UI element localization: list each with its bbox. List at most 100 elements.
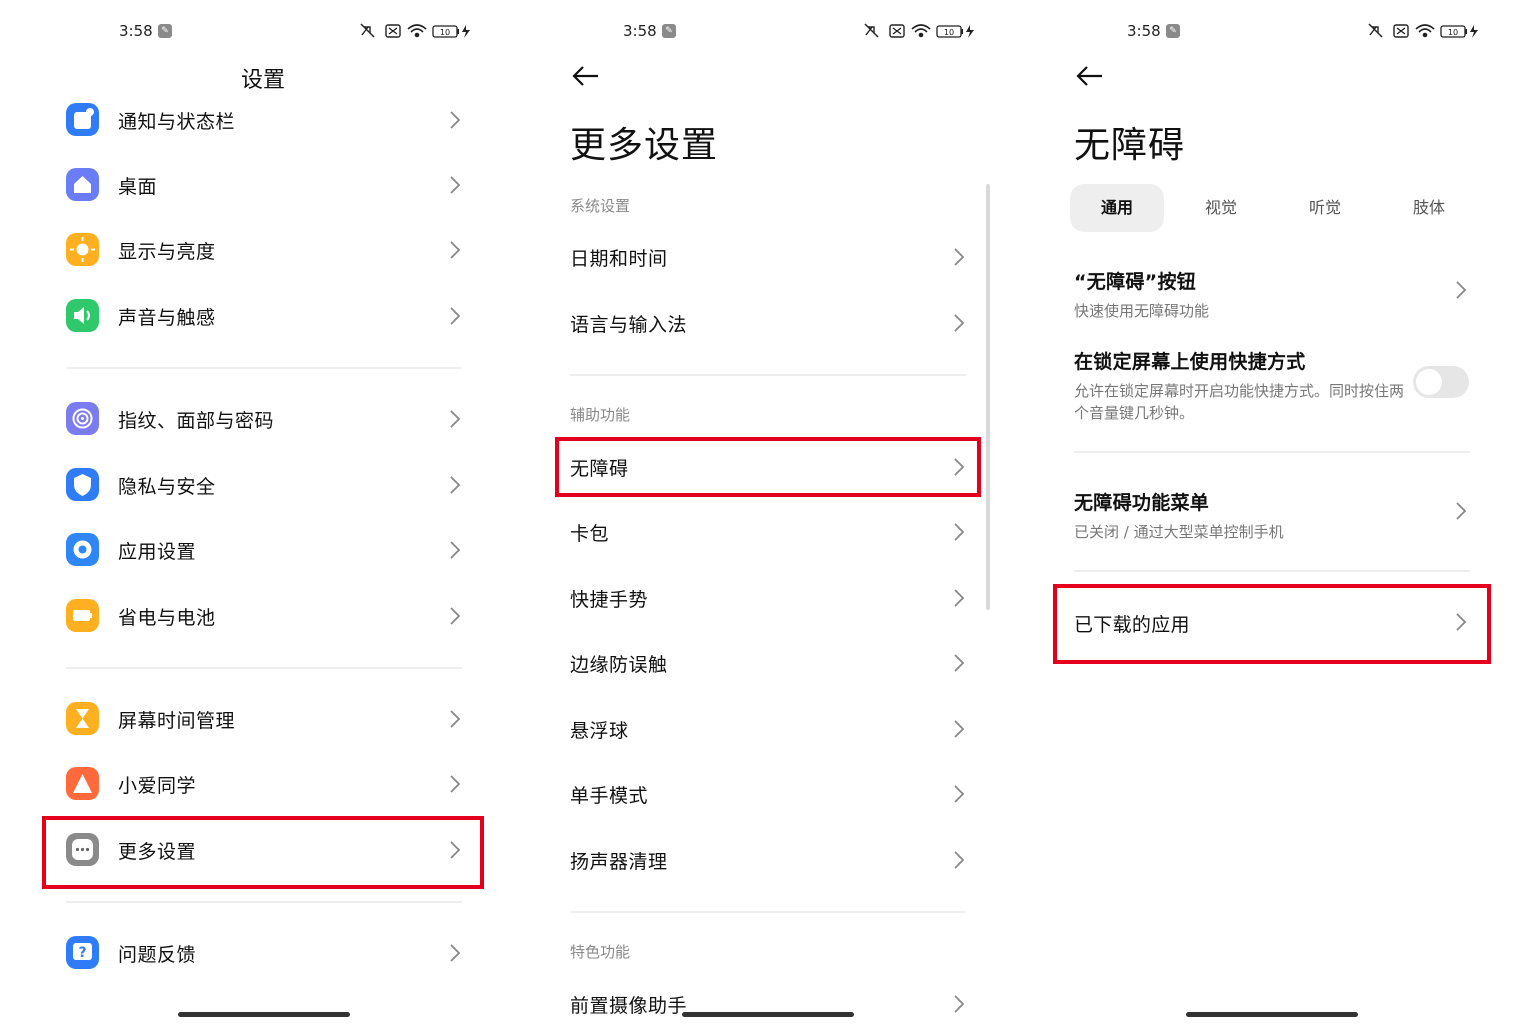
chevron-right-icon <box>450 111 461 129</box>
chevron-right-icon <box>954 720 965 738</box>
more-settings-item[interactable]: 卡包 <box>504 502 1004 562</box>
status-icons: 10 <box>864 23 974 38</box>
settings-item[interactable]: 显示与亮度 <box>0 220 512 280</box>
section-header-system: 系统设置 <box>570 197 631 215</box>
divider <box>570 374 966 376</box>
status-time: 3:58 <box>1127 22 1161 40</box>
more-settings-item[interactable]: 快捷手势 <box>504 568 1004 628</box>
settings-item-label: 显示与亮度 <box>118 241 216 263</box>
tab-general[interactable]: 通用 <box>1070 184 1164 232</box>
chevron-right-icon <box>450 476 461 494</box>
home-indicator[interactable] <box>1186 1012 1358 1017</box>
more-settings-item[interactable]: 单手模式 <box>504 764 1004 824</box>
home-indicator[interactable] <box>178 1012 350 1017</box>
chevron-right-icon <box>450 541 461 559</box>
status-bar: 3:58 ✎ 10 <box>1008 20 1520 44</box>
xiaoai-icon <box>66 767 99 800</box>
item-title: “无障碍”按钮 <box>1074 271 1197 293</box>
status-icons: 10 <box>1368 23 1478 38</box>
sun-icon <box>66 233 99 266</box>
toggle-knob <box>1416 369 1442 395</box>
back-arrow-icon[interactable] <box>570 62 602 90</box>
more-settings-item-label: 快捷手势 <box>570 589 649 611</box>
status-bar: 3:58 ✎ 10 <box>504 20 1016 44</box>
page-title: 无障碍 <box>1074 125 1186 166</box>
settings-item[interactable]: 桌面 <box>0 155 512 215</box>
settings-item[interactable]: 省电与电池 <box>0 586 512 646</box>
settings-item-label: 通知与状态栏 <box>118 111 236 133</box>
section-header-accessibility: 辅助功能 <box>570 406 631 424</box>
edit-badge-icon: ✎ <box>1166 24 1180 38</box>
more-settings-item[interactable]: 边缘防误触 <box>504 633 1004 693</box>
more-settings-item-label: 悬浮球 <box>570 720 629 742</box>
lockscreen-shortcut-toggle[interactable] <box>1413 366 1469 398</box>
svg-text:?: ? <box>78 945 86 961</box>
tab-vision[interactable]: 视觉 <box>1174 184 1268 232</box>
status-time: 3:58 <box>119 22 153 40</box>
chevron-right-icon <box>450 775 461 793</box>
scrollbar[interactable] <box>986 184 990 610</box>
settings-item[interactable]: 通知与状态栏 <box>0 90 512 150</box>
chevron-right-icon <box>1456 502 1467 520</box>
accessibility-button-item[interactable]: “无障碍”按钮 快速使用无障碍功能 <box>1074 267 1494 322</box>
highlight-box <box>42 816 484 889</box>
more-settings-item-label: 扬声器清理 <box>570 851 668 873</box>
divider <box>66 367 462 369</box>
chevron-right-icon <box>954 523 965 541</box>
more-settings-item[interactable]: 悬浮球 <box>504 699 1004 759</box>
tab-hearing[interactable]: 听觉 <box>1278 184 1372 232</box>
speaker-icon <box>66 299 99 332</box>
back-arrow-icon[interactable] <box>1074 62 1106 90</box>
chevron-right-icon <box>954 314 965 332</box>
more-settings-item[interactable]: 扬声器清理 <box>504 830 1004 890</box>
status-icons: 10 <box>360 23 470 38</box>
more-settings-item[interactable]: 语言与输入法 <box>504 293 1004 353</box>
edit-badge-icon: ✎ <box>158 24 172 38</box>
settings-item-label: 声音与触感 <box>118 307 216 329</box>
chevron-right-icon <box>450 607 461 625</box>
edit-badge-icon: ✎ <box>662 24 676 38</box>
item-subtitle: 已关闭 / 通过大型菜单控制手机 <box>1074 523 1284 541</box>
settings-item[interactable]: 应用设置 <box>0 520 512 580</box>
hourglass-icon <box>66 702 99 735</box>
chevron-right-icon <box>450 241 461 259</box>
accessibility-menu-item[interactable]: 无障碍功能菜单 已关闭 / 通过大型菜单控制手机 <box>1074 488 1494 543</box>
settings-item[interactable]: ? 问题反馈 <box>0 923 512 983</box>
more-settings-item[interactable]: 日期和时间 <box>504 227 1004 287</box>
divider <box>1074 570 1470 572</box>
chevron-right-icon <box>450 410 461 428</box>
settings-item[interactable]: 指纹、面部与密码 <box>0 389 512 449</box>
chevron-right-icon <box>954 851 965 869</box>
settings-screen: 3:58 ✎ 10 设置 通知与状态栏 桌面 显示与亮度 声音与触感 指纹、面部与密码隐… <box>0 0 512 1024</box>
notification-icon <box>66 103 99 136</box>
question-icon: ? <box>66 936 99 969</box>
chevron-right-icon <box>954 248 965 266</box>
settings-item[interactable]: 声音与触感 <box>0 286 512 346</box>
chevron-right-icon <box>954 785 965 803</box>
settings-item[interactable]: 小爱同学 <box>0 754 512 814</box>
item-subtitle: 快速使用无障碍功能 <box>1074 302 1210 320</box>
fingerprint-icon <box>66 402 99 435</box>
tab-bar: 通用 视觉 听觉 肢体 <box>1070 184 1480 232</box>
highlight-box <box>1053 584 1491 664</box>
chevron-right-icon <box>1456 281 1467 299</box>
chevron-right-icon <box>954 995 965 1013</box>
divider <box>570 911 966 913</box>
settings-item[interactable]: 隐私与安全 <box>0 455 512 515</box>
svg-text:10: 10 <box>944 28 954 37</box>
settings-item-label: 小爱同学 <box>118 775 197 797</box>
page-title: 更多设置 <box>570 125 719 166</box>
chevron-right-icon <box>954 654 965 672</box>
divider <box>1074 451 1470 453</box>
more-settings-item-label: 卡包 <box>570 523 610 545</box>
settings-item[interactable]: 屏幕时间管理 <box>0 689 512 749</box>
divider <box>66 901 462 903</box>
home-indicator[interactable] <box>682 1012 854 1017</box>
more-settings-item-label: 边缘防误触 <box>570 654 668 676</box>
chevron-right-icon <box>450 307 461 325</box>
settings-item-label: 指纹、面部与密码 <box>118 410 275 432</box>
tab-physical[interactable]: 肢体 <box>1382 184 1476 232</box>
battery-icon <box>66 599 99 632</box>
settings-item-label: 应用设置 <box>118 541 197 563</box>
settings-item-label: 隐私与安全 <box>118 476 216 498</box>
